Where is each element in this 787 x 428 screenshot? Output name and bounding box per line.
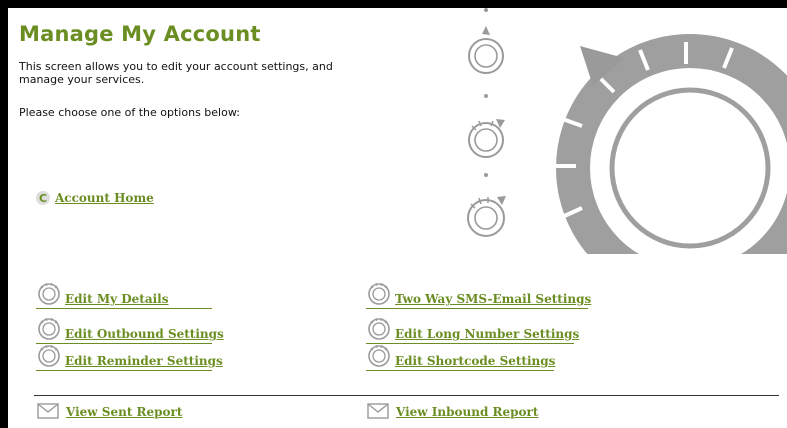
view-sent-report-link[interactable]: View Sent Report — [37, 403, 182, 419]
envelope-icon — [367, 403, 389, 419]
small-dial-icon — [468, 8, 504, 98]
edit-outbound-settings-link[interactable]: Edit Outbound Settings — [36, 315, 224, 341]
edit-long-number-settings-link[interactable]: Edit Long Number Settings — [366, 315, 579, 341]
option-divider — [366, 370, 554, 371]
page-instruction: Please choose one of the options below: — [19, 106, 240, 119]
edit-my-details-link[interactable]: Edit My Details — [36, 280, 168, 306]
two-way-sms-email-settings-label: Two Way SMS-Email Settings — [395, 292, 592, 306]
two-way-sms-email-settings-link[interactable]: Two Way SMS-Email Settings — [366, 280, 591, 306]
edit-my-details-label: Edit My Details — [65, 292, 169, 306]
edit-long-number-settings-label: Edit Long Number Settings — [395, 327, 580, 341]
dial-icon — [368, 344, 390, 367]
page-title: Manage My Account — [19, 22, 261, 46]
envelope-icon — [37, 403, 59, 419]
account-home-label: Account Home — [55, 191, 154, 205]
small-dial-icon — [467, 196, 506, 237]
option-divider — [36, 308, 212, 309]
dial-icon — [368, 282, 390, 305]
dial-icon — [38, 317, 60, 340]
edit-shortcode-settings-link[interactable]: Edit Shortcode Settings — [366, 342, 555, 368]
option-divider — [366, 308, 588, 309]
edit-shortcode-settings-label: Edit Shortcode Settings — [395, 354, 556, 368]
page-description: This screen allows you to edit your acco… — [19, 60, 333, 86]
edit-reminder-settings-link[interactable]: Edit Reminder Settings — [36, 342, 223, 368]
manage-account-panel: Manage My Account This screen allows you… — [8, 8, 787, 428]
view-inbound-report-link[interactable]: View Inbound Report — [367, 403, 538, 419]
dial-icon — [368, 317, 390, 340]
dial-artwork — [448, 8, 787, 258]
small-dial-icon — [468, 119, 505, 177]
large-dial-icon — [552, 34, 787, 258]
dial-icon — [38, 344, 60, 367]
view-inbound-report-label: View Inbound Report — [396, 405, 539, 419]
option-divider — [36, 370, 212, 371]
view-sent-report-label: View Sent Report — [66, 405, 183, 419]
back-arrow-icon: C — [36, 191, 50, 205]
edit-reminder-settings-label: Edit Reminder Settings — [65, 354, 223, 368]
section-divider — [34, 395, 779, 396]
edit-outbound-settings-label: Edit Outbound Settings — [65, 327, 224, 341]
account-home-link[interactable]: C Account Home — [36, 191, 154, 205]
dial-icon — [38, 282, 60, 305]
